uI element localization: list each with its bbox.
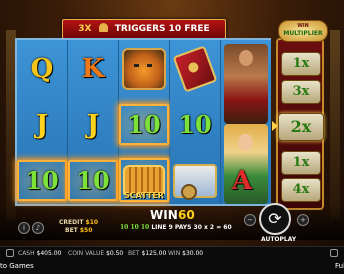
reel-cell-highlighted: SCATTER [119,158,169,202]
reel-cell: J [17,104,67,145]
line-pays-info: 10 10 10 LINE 9 PAYS 30 x 2 = 60 [120,224,232,231]
free-spins-banner: 3X TRIGGERS 10 FREE SPINS! [62,19,226,52]
banner-multiplier: 3X [78,24,92,34]
reel-cell: Q [17,48,67,89]
reel-cell [119,47,169,90]
reel-3: 10 SCATTER [119,40,170,204]
symbol-q: Q [30,53,54,84]
coin-label: COIN VALUE [68,250,105,257]
reel-4: 10 [170,40,221,204]
reel-cell: 10 [170,104,220,145]
line-pays-text: LINE 9 PAYS 30 x 2 = 60 [151,224,232,231]
settings-icon[interactable] [330,249,338,257]
game-stage: 3X TRIGGERS 10 FREE SPINS! Q J 10 K J 10… [0,0,344,274]
bet-label: BET [65,227,78,234]
helmet-icon [98,23,108,32]
credit-label: CREDIT [59,219,84,226]
reel-2: K J 10 [68,40,119,204]
refresh-icon: ⟳ [268,209,282,228]
reel-cell: J [68,104,118,145]
fullscreen-link[interactable]: Full [335,262,344,270]
symbol-k: K [81,53,105,84]
chariot-icon [173,163,217,200]
tiger-icon [122,47,166,90]
bet-stat: BET $50 [65,227,92,234]
footer-win-label: WIN [168,250,181,257]
badge-title-1: WIN [297,23,309,29]
arrow-right-icon [272,121,278,131]
minus-button[interactable]: − [244,214,256,226]
gladiator-icon [224,44,268,124]
sound-button[interactable]: ♪ [32,222,44,234]
symbol-j: J [86,109,100,140]
reel-cell-highlighted: 10 [68,160,118,201]
multiplier-item-active: 2x [278,113,324,141]
scatter-label: SCATTER [124,191,164,200]
coin-value: $0.50 [106,250,124,257]
footer-bet: BET $125.00 [128,250,166,257]
reel-cell-highlighted: 10 [17,160,67,201]
win-label: WIN [150,208,178,222]
multiplier-item: 3x [281,80,321,104]
autoplay-button[interactable]: AUTOPLAY [261,236,296,243]
arena-column [330,30,340,220]
reel-cell-highlighted: 10 [119,104,169,145]
footer-win: WIN $30.00 [168,250,203,257]
menu-icon[interactable] [6,249,14,257]
cash-label: CASH [18,250,35,257]
footer-cash: CASH $405.00 [18,250,61,257]
win-multiplier-badge: WIN MULTIPLIER [278,20,328,42]
reel-cell [170,160,220,201]
spin-button[interactable]: ⟳ [259,203,291,235]
multiplier-item: 4x [281,178,321,202]
credit-value: $10 [85,219,99,226]
line-symbols: 10 10 10 [120,224,150,231]
reel-cell: K [68,48,118,89]
reel-cell: A [227,164,257,198]
badge-title-2: MULTIPLIER [283,30,323,37]
footer-coin-value: COIN VALUE $0.50 [68,250,123,257]
symbol-10: 10 [127,109,161,139]
multiplier-item: 1x [281,151,321,175]
win-amount: 60 [178,208,195,222]
info-button[interactable]: i [18,222,30,234]
footer-win-value: $30.00 [182,250,204,257]
multiplier-item: 1x [281,52,321,76]
plus-button[interactable]: + [297,214,309,226]
reel-cell [170,44,220,93]
footer-bet-label: BET [128,250,140,257]
to-games-link[interactable]: to Games [0,262,34,270]
reel-1: Q J 10 [17,40,68,204]
shield-icon [172,44,218,93]
bet-value: $50 [79,227,93,234]
symbol-10: 10 [76,165,110,195]
credit-stat: CREDIT $10 [59,219,98,226]
symbol-10: 10 [25,165,59,195]
symbol-a: A [231,166,253,196]
footer-bet-value: $125.00 [141,250,167,257]
reel-cell [221,42,271,126]
symbol-10: 10 [178,109,212,139]
cash-value: $405.00 [36,250,62,257]
symbol-j: J [35,109,49,140]
